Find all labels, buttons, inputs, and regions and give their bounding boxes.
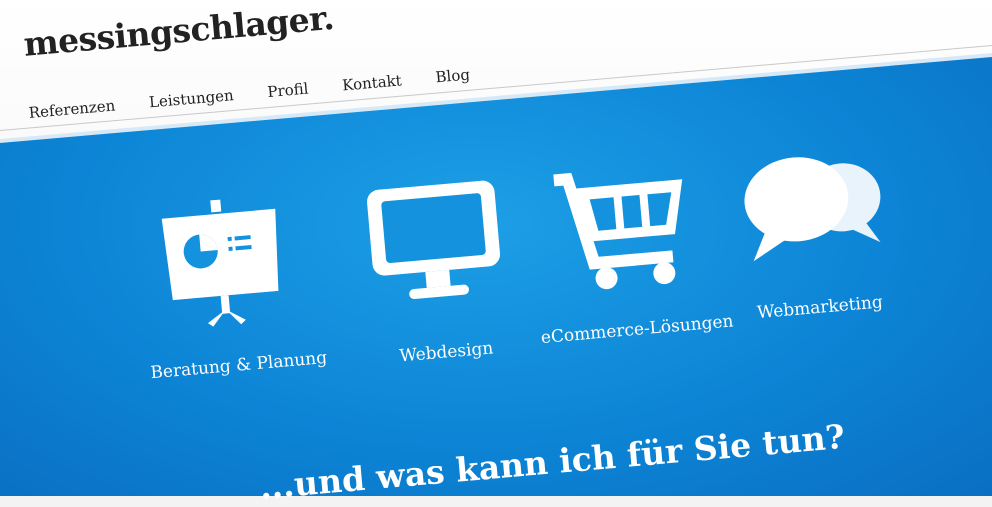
service-label: Webmarketing: [756, 292, 884, 324]
shopping-cart-icon: [549, 157, 700, 299]
monitor-icon: [360, 177, 511, 319]
service-label: Beratung & Planung: [149, 347, 328, 384]
speech-bubbles-icon: [737, 146, 888, 288]
presentation-board-icon: [147, 194, 298, 336]
service-label: Webdesign: [398, 338, 495, 367]
